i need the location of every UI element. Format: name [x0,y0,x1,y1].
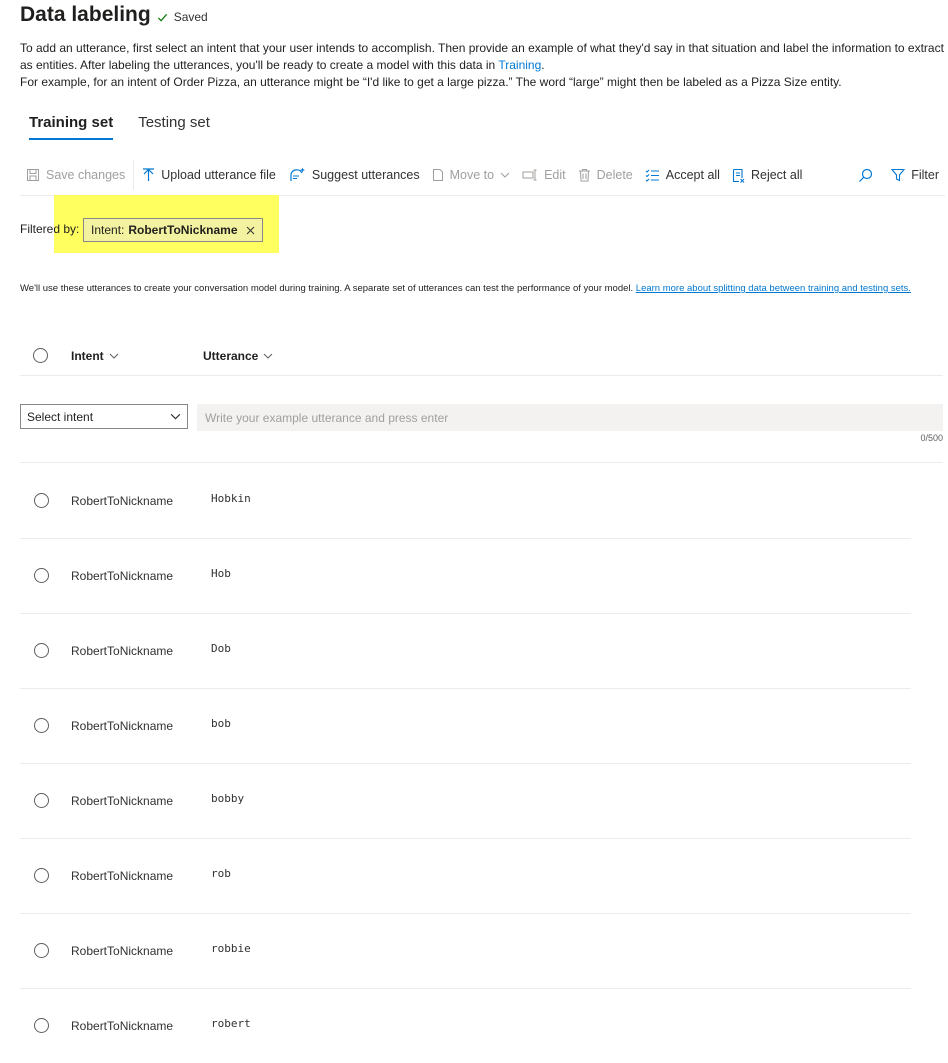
row-utterance: bobby [211,792,245,805]
row-utterance: rob [211,867,231,880]
row-utterance: bob [211,717,231,730]
row-utterance: Dob [211,642,231,655]
accept-list-icon [645,169,659,182]
close-icon [246,226,254,234]
row-utterance: robert [211,1017,251,1030]
document-icon [432,169,443,181]
utterance-input[interactable] [197,404,943,431]
edit-button[interactable]: Edit [516,160,572,190]
move-to-button[interactable]: Move to [426,160,516,190]
intent-dropdown[interactable]: Select intent [20,404,188,429]
move-to-label: Move to [449,168,495,182]
page-title: Data labeling [20,3,151,26]
utterance-column-header[interactable]: Utterance [203,349,273,363]
edit-icon [522,169,537,181]
training-link[interactable]: Training [498,58,541,72]
tab-bar: Training set Testing set [29,114,235,140]
row-intent: RobertToNickname [71,569,174,583]
intent-dropdown-value: Select intent [27,409,94,424]
chevron-down-icon [500,172,510,178]
table-row[interactable]: RobertToNickname robert [20,988,911,1063]
trash-icon [578,169,590,182]
info-text: We'll use these utterances to create you… [20,282,940,296]
row-intent: RobertToNickname [71,1019,174,1033]
remove-filter-button[interactable] [246,226,255,235]
page-description: To add an utterance, first select an int… [20,40,945,91]
table-row[interactable]: RobertToNickname bob [20,688,911,764]
save-changes-label: Save changes [46,168,126,182]
intent-filter-chip[interactable]: Intent: RobertToNickname [83,218,263,242]
row-intent: RobertToNickname [71,794,174,808]
description-text: To add an utterance, first select an int… [20,41,944,72]
row-select-radio[interactable] [34,718,49,733]
checkmark-icon [157,13,167,22]
row-select-radio[interactable] [34,868,49,883]
upload-utterance-file-label: Upload utterance file [161,168,276,182]
description-period: . [541,58,545,72]
save-changes-button[interactable]: Save changes [20,160,131,190]
reject-document-icon [732,168,745,183]
filtered-by-label: Filtered by: [20,222,80,236]
row-select-radio[interactable] [34,568,49,583]
row-intent: RobertToNickname [71,494,174,508]
row-utterance: robbie [211,942,251,955]
chevron-down-icon [170,413,181,420]
table-row[interactable]: RobertToNickname Hob [20,538,911,614]
suggest-utterances-label: Suggest utterances [311,168,420,182]
row-select-radio[interactable] [34,493,49,508]
filter-chip-prefix: Intent: [91,223,125,237]
reject-all-button[interactable]: Reject all [726,160,808,190]
toolbar-divider [133,160,135,190]
row-utterance: Hob [211,567,231,580]
intent-column-label: Intent [71,349,104,363]
accept-all-label: Accept all [665,168,720,182]
table-row[interactable]: RobertToNickname bobby [20,763,911,839]
utterance-column-label: Utterance [203,349,259,363]
edit-label: Edit [544,168,566,182]
learn-more-link[interactable]: Learn more about splitting data between … [636,283,911,294]
page-header: Data labeling Saved [20,3,208,27]
chevron-down-icon [264,353,273,359]
search-icon [859,168,873,182]
save-status: Saved [157,10,208,24]
table-row[interactable]: RobertToNickname Dob [20,613,911,689]
select-all-radio[interactable] [33,348,48,363]
upload-icon [143,168,155,181]
row-select-radio[interactable] [34,643,49,658]
filter-button[interactable]: Filter [885,160,945,190]
table-row[interactable]: RobertToNickname robbie [20,913,911,989]
description-example: For example, for an intent of Order Pizz… [20,75,842,89]
filter-label: Filter [911,168,939,182]
tab-training-set[interactable]: Training set [29,114,114,140]
table-row[interactable]: RobertToNickname Hobkin [20,463,911,539]
saved-label: Saved [173,10,208,24]
upload-utterance-file-button[interactable]: Upload utterance file [136,160,282,190]
filter-funnel-icon [891,168,906,182]
chevron-down-icon [109,353,119,359]
row-select-radio[interactable] [34,943,49,958]
row-select-radio[interactable] [34,1018,49,1033]
search-button[interactable] [852,160,885,190]
row-intent: RobertToNickname [71,644,174,658]
character-counter: 0/500 [920,433,943,443]
suggest-sparkle-icon [290,167,305,181]
save-icon [27,169,39,181]
row-intent: RobertToNickname [71,944,174,958]
reject-all-label: Reject all [750,168,803,182]
row-intent: RobertToNickname [71,719,174,733]
table-row[interactable]: RobertToNickname rob [20,838,911,914]
delete-label: Delete [596,168,633,182]
intent-column-header[interactable]: Intent [71,349,119,363]
filter-chip-value: RobertToNickname [128,223,238,237]
suggest-utterances-button[interactable]: Suggest utterances [282,160,426,190]
row-select-radio[interactable] [34,793,49,808]
tab-testing-set[interactable]: Testing set [138,114,210,140]
delete-button[interactable]: Delete [572,160,639,190]
row-utterance: Hobkin [211,492,251,505]
table-header: Intent Utterance [20,335,943,376]
command-bar: Save changes Upload utterance file Sugge… [20,155,945,196]
info-description: We'll use these utterances to create you… [20,283,636,294]
row-intent: RobertToNickname [71,869,174,883]
accept-all-button[interactable]: Accept all [639,160,726,190]
